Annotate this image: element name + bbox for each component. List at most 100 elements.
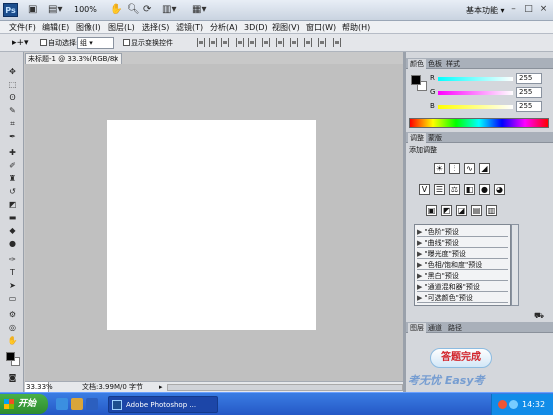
levels-icon[interactable]: ⫶ [449, 163, 460, 174]
selective-color-icon[interactable]: ▥ [486, 205, 497, 216]
ie-quicklaunch-icon[interactable] [56, 398, 68, 410]
minimize-button[interactable]: – [507, 3, 520, 16]
horizontal-scrollbar[interactable] [167, 384, 403, 391]
distribute-vcenter-icon[interactable] [276, 38, 284, 47]
tab-adjustments[interactable]: 调整 [408, 133, 426, 143]
brightness-contrast-icon[interactable]: ☀ [434, 163, 445, 174]
auto-select-target-select[interactable]: 组 ▾ [77, 37, 114, 49]
red-slider[interactable] [438, 77, 513, 81]
eraser-tool-icon[interactable]: ◩ [6, 199, 19, 210]
expand-triangle-icon[interactable]: ▶ [417, 250, 422, 258]
align-hcenter-icon[interactable] [248, 38, 256, 47]
answer-complete-button[interactable]: 答题完成 [430, 348, 492, 368]
word-quicklaunch-icon[interactable] [86, 398, 98, 410]
pen-tool-icon[interactable]: ✑ [6, 254, 19, 265]
menu-file[interactable]: 文件(F) [9, 22, 36, 33]
document-tab[interactable]: 未标题-1 @ 33.3%(RGB/8) × [25, 53, 122, 64]
vibrance-icon[interactable]: V [419, 184, 430, 195]
shape-tool-icon[interactable]: ▭ [6, 293, 19, 304]
maximize-button[interactable]: □ [522, 3, 535, 16]
align-top-icon[interactable] [197, 38, 205, 47]
list-item[interactable]: ▶ "曲线"预设 [417, 238, 508, 248]
red-value-field[interactable]: 255 [516, 73, 542, 84]
menu-view[interactable]: 视图(V) [272, 22, 300, 33]
tray-network-icon[interactable] [509, 400, 518, 409]
distribute-top-icon[interactable] [262, 38, 270, 47]
black-white-icon[interactable]: ◧ [464, 184, 475, 195]
menu-analysis[interactable]: 分析(A) [210, 22, 238, 33]
menu-help[interactable]: 帮助(H) [342, 22, 370, 33]
distribute-bottom-icon[interactable] [290, 38, 298, 47]
menu-window[interactable]: 窗口(W) [306, 22, 336, 33]
menu-3d[interactable]: 3D(D) [244, 22, 268, 33]
color-spectrum-bar[interactable] [409, 118, 549, 128]
menu-filter[interactable]: 滤镜(T) [176, 22, 203, 33]
hand-tool-icon[interactable]: ✋ [110, 4, 122, 16]
distribute-left-icon[interactable] [304, 38, 312, 47]
start-button[interactable]: 开始 [0, 394, 48, 414]
clone-stamp-tool-icon[interactable]: ♜ [6, 173, 19, 184]
expand-triangle-icon[interactable]: ▶ [417, 261, 422, 269]
gradient-tool-icon[interactable]: ▬ [6, 212, 19, 223]
posterize-icon[interactable]: ◩ [441, 205, 452, 216]
gradient-map-icon[interactable]: ▤ [471, 205, 482, 216]
type-tool-icon[interactable]: T [6, 267, 19, 278]
dodge-tool-icon[interactable]: ● [6, 238, 19, 249]
3d-camera-tool-icon[interactable]: ◎ [6, 322, 19, 333]
align-bottom-icon[interactable] [221, 38, 229, 47]
list-item[interactable]: ▶ "色相/饱和度"预设 [417, 260, 508, 270]
tray-app-icon[interactable] [498, 400, 507, 409]
taskbar-photoshop-button[interactable]: Adobe Photoshop ... [108, 396, 218, 413]
list-item[interactable]: ▶ "黑白"预设 [417, 271, 508, 281]
align-vcenter-icon[interactable] [209, 38, 217, 47]
auto-align-layers-icon[interactable] [333, 38, 341, 47]
marquee-tool-icon[interactable]: ⬚ [6, 79, 19, 90]
brush-tool-icon[interactable]: ✐ [6, 160, 19, 171]
zoom-tool-icon[interactable]: 🔍︎ [127, 4, 140, 16]
distribute-hcenter-icon[interactable] [318, 38, 326, 47]
close-document-icon[interactable]: × [113, 54, 119, 64]
menu-layer[interactable]: 图层(L) [108, 22, 135, 33]
history-brush-tool-icon[interactable]: ↺ [6, 186, 19, 197]
expand-triangle-icon[interactable]: ▶ [417, 283, 422, 291]
view-extras-icon[interactable]: ▤▾ [48, 4, 62, 16]
presets-scrollbar[interactable] [511, 224, 519, 306]
channel-mixer-icon[interactable]: ◕ [494, 184, 505, 195]
status-menu-arrow-icon[interactable]: ▸ [159, 382, 163, 392]
path-selection-tool-icon[interactable]: ➤ [6, 280, 19, 291]
healing-brush-tool-icon[interactable]: ✚ [6, 147, 19, 158]
expand-triangle-icon[interactable]: ▶ [417, 228, 422, 236]
hand-tool-icon-sidebar[interactable]: ✋ [6, 335, 19, 346]
tab-styles[interactable]: 样式 [444, 59, 462, 69]
expand-triangle-icon[interactable]: ▶ [417, 294, 422, 302]
quick-mask-icon[interactable]: ◙ [6, 372, 19, 383]
new-adjustment-layer-icon[interactable]: ⛟ [532, 310, 546, 321]
align-left-icon[interactable] [236, 38, 244, 47]
tab-channels[interactable]: 通道 [426, 323, 444, 333]
document-canvas[interactable] [107, 120, 316, 330]
menu-edit[interactable]: 编辑(E) [42, 22, 69, 33]
canvas-area[interactable] [25, 64, 403, 381]
exposure-icon[interactable]: ◢ [479, 163, 490, 174]
folder-quicklaunch-icon[interactable] [71, 398, 83, 410]
green-value-field[interactable]: 255 [516, 87, 542, 98]
zoom-level-select[interactable]: 100% [74, 5, 97, 14]
hue-saturation-icon[interactable]: ☰ [434, 184, 445, 195]
bridge-icon[interactable]: ▣ [28, 4, 37, 16]
rotate-view-icon[interactable]: ⟳ [143, 4, 151, 16]
move-tool-icon[interactable]: ✥ [6, 66, 19, 77]
list-item[interactable]: ▶ "色阶"预设 [417, 227, 508, 237]
blue-value-field[interactable]: 255 [516, 101, 542, 112]
curves-icon[interactable]: ∿ [464, 163, 475, 174]
photo-filter-icon[interactable]: ● [479, 184, 490, 195]
move-tool-preset-icon[interactable]: ▸+▾ [12, 38, 29, 48]
workspace-switcher[interactable]: 基本功能 ▾ [466, 5, 505, 16]
list-item[interactable]: ▶ "可选颜色"预设 [417, 293, 508, 303]
blur-tool-icon[interactable]: ◆ [6, 225, 19, 236]
lasso-tool-icon[interactable]: ʘ [6, 92, 19, 103]
close-button[interactable]: × [537, 3, 550, 16]
auto-select-checkbox[interactable] [40, 39, 47, 46]
arrange-documents-icon[interactable]: ▥▾ [162, 4, 176, 16]
menu-image[interactable]: 图像(I) [76, 22, 101, 33]
screen-mode-icon[interactable]: ▦▾ [192, 4, 206, 16]
